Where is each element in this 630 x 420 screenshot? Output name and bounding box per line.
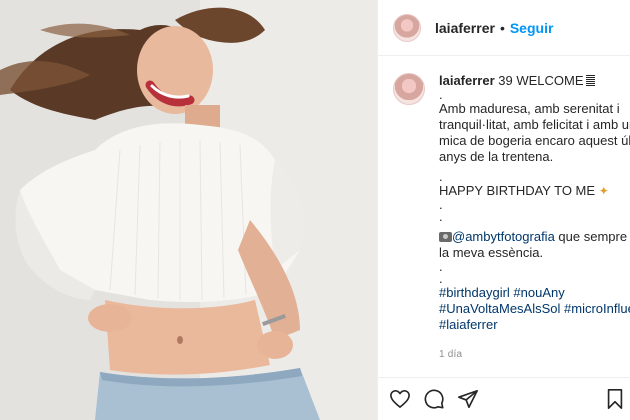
caption-paragraph-line-1: Amb maduresa, amb serenitat i	[439, 101, 620, 116]
hashtags-line-2[interactable]: #UnaVoltaMesAlsSol #microInfluenc	[439, 301, 630, 317]
box-emoji-icon	[585, 75, 595, 86]
photo-illustration	[0, 0, 377, 420]
credit-line-2: la meva essència.	[439, 245, 544, 260]
caption-body: laiaferrer 39 WELCOME . Amb maduresa, am…	[439, 73, 630, 362]
credit-text: que sempre ca	[558, 229, 630, 244]
caption-title: 39 WELCOME	[498, 73, 584, 88]
caption-paragraph-line-4: anys de la trentena.	[439, 149, 554, 164]
camera-flash-icon	[439, 232, 452, 242]
like-button[interactable]	[388, 387, 412, 411]
action-bar	[378, 377, 630, 420]
post-photo[interactable]	[0, 0, 377, 420]
post-timestamp[interactable]: 1 día	[439, 347, 630, 362]
caption-dot: .	[439, 197, 443, 212]
caption-dot: .	[439, 87, 443, 102]
caption-dot: .	[439, 259, 443, 274]
header-separator: •	[499, 19, 505, 36]
bookmark-icon	[607, 389, 623, 409]
post-header: laiaferrer • Seguir	[378, 0, 630, 56]
caption-paragraph-line-3: mica de bogeria encaro aquest últim	[439, 133, 630, 148]
caption-birthday: HAPPY BIRTHDAY TO ME	[439, 183, 596, 198]
caption-area[interactable]: laiaferrer 39 WELCOME . Amb maduresa, am…	[378, 57, 630, 362]
comment-button[interactable]	[422, 387, 446, 411]
save-button[interactable]	[603, 387, 627, 411]
caption-username[interactable]: laiaferrer	[439, 73, 495, 88]
share-button[interactable]	[456, 387, 480, 411]
caption-avatar[interactable]	[393, 73, 425, 105]
caption-paragraph-line-2: tranquil·litat, amb felicitat i amb una	[439, 117, 630, 132]
post-sidebar: laiaferrer • Seguir laiaferrer 39 WELCOM…	[377, 0, 630, 420]
caption-dot: .	[439, 209, 443, 224]
caption-dot: .	[439, 271, 443, 286]
caption-dot: .	[439, 169, 443, 184]
party-popper-icon: ✦	[598, 184, 609, 198]
hashtags-line-1[interactable]: #birthdaygirl #nouAny	[439, 285, 630, 301]
caption: laiaferrer 39 WELCOME . Amb maduresa, am…	[378, 57, 630, 362]
header-username[interactable]: laiaferrer	[435, 20, 495, 36]
comment-icon	[424, 389, 444, 409]
share-icon	[458, 389, 478, 409]
photographer-mention[interactable]: @ambytfotografia	[452, 229, 555, 244]
hashtags-line-3[interactable]: #laiaferrer	[439, 317, 630, 333]
follow-button[interactable]: Seguir	[510, 20, 554, 36]
avatar[interactable]	[393, 13, 421, 42]
heart-icon	[390, 390, 410, 408]
